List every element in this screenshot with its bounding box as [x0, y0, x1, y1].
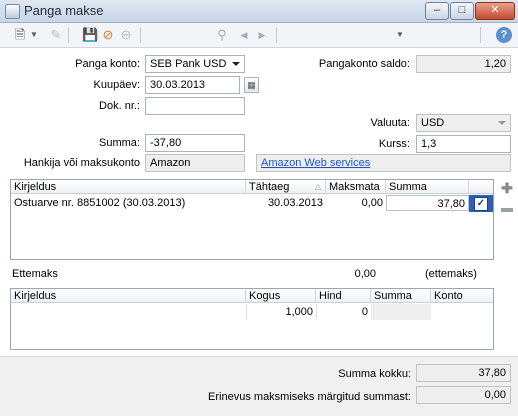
column-header-amount[interactable]: Summa [371, 289, 431, 303]
minus-icon[interactable] [500, 203, 514, 217]
row-unpaid: 0,00 [361, 197, 383, 209]
bank-balance-field: 1,20 [416, 55, 511, 73]
date-value: 30.03.2013 [150, 79, 206, 91]
toolbar: 🗎 ▼ ✎ 💾 ⊘ ⊖ ⚲ ◀ ▶ ▼ ? [0, 23, 518, 48]
column-header-description[interactable]: Kirjeldus [11, 289, 246, 303]
rate-field[interactable]: 1,3 [416, 135, 511, 153]
bank-account-select[interactable]: SEB Pank USD [145, 55, 245, 73]
close-icon: ✕ [490, 4, 500, 16]
doc-number-label: Dok. nr.: [99, 100, 140, 112]
row-description: Ostuarve nr. 8851002 (30.03.2013) [14, 197, 186, 209]
prev-icon[interactable]: ◀ [236, 27, 252, 43]
row-amount[interactable]: 37,80 [386, 195, 469, 211]
currency-select[interactable]: USD [416, 114, 511, 132]
sort-ascending-icon: △ [314, 182, 321, 191]
new-document-icon[interactable]: 🗎 [12, 27, 28, 43]
date-field[interactable]: 30.03.2013 [145, 76, 240, 94]
next-icon[interactable]: ▶ [254, 27, 270, 43]
row-price[interactable]: 0 [316, 304, 371, 320]
prepayment-label: Ettemaks [12, 268, 58, 280]
save-icon[interactable]: 💾 [82, 27, 98, 43]
close-button[interactable]: ✕ [475, 2, 515, 20]
table-row[interactable]: Ostuarve nr. 8851002 (30.03.2013) 30.03.… [11, 195, 493, 212]
table-row[interactable]: 1,000 0 [11, 304, 493, 321]
prepayment-value: 0,00 [354, 268, 376, 280]
amount-field[interactable]: -37,80 [145, 134, 245, 152]
column-header-select [469, 180, 493, 194]
row-quantity[interactable]: 1,000 [246, 304, 316, 320]
prepayment-grid: Kirjeldus Kogus Hind Summa Konto 1,000 0 [10, 288, 494, 350]
delete-icon[interactable]: ⊖ [118, 27, 134, 43]
column-header-quantity[interactable]: Kogus [246, 289, 316, 303]
column-header-due-date[interactable]: Tähtaeg △ [246, 180, 326, 194]
toolbar-separator [480, 27, 481, 43]
title-bar: Panga makse – □ ✕ [0, 0, 518, 23]
supplier-link[interactable]: Amazon Web services [261, 157, 370, 169]
chevron-down-icon [232, 62, 240, 66]
chevron-down-icon [498, 121, 506, 125]
bank-balance-label: Pangakonto saldo: [318, 58, 410, 70]
column-header-price[interactable]: Hind [316, 289, 371, 303]
difference-label: Erinevus maksmiseks märgitud summast: [208, 391, 411, 403]
search-icon[interactable]: ⚲ [214, 27, 230, 43]
cancel-icon[interactable]: ⊘ [100, 27, 116, 43]
edit-icon[interactable]: ✎ [48, 27, 64, 43]
row-account[interactable] [431, 304, 493, 320]
date-label: Kuupäev: [93, 79, 140, 91]
total-label: Summa kokku: [338, 368, 411, 380]
app-icon [5, 4, 20, 19]
column-header-unpaid[interactable]: Maksmata [326, 180, 386, 194]
column-header-amount[interactable]: Summa [386, 180, 469, 194]
window-title: Panga makse [24, 3, 104, 18]
difference-field: 0,00 [416, 386, 511, 404]
currency-label: Valuuta: [370, 117, 410, 129]
supplier-label: Hankija või maksukonto [23, 157, 140, 169]
bank-account-value: SEB Pank USD [150, 58, 227, 70]
minimize-icon: – [433, 4, 441, 16]
supplier-link-box: Amazon Web services [256, 154, 511, 172]
row-due-date: 30.03.2013 [267, 197, 323, 209]
calendar-icon[interactable]: ▦ [244, 77, 259, 93]
new-dropdown-icon[interactable]: ▼ [30, 27, 38, 43]
toolbar-separator [140, 27, 141, 43]
currency-value: USD [421, 117, 445, 129]
doc-number-field[interactable] [145, 97, 245, 115]
plus-icon[interactable]: ✚ [500, 181, 514, 196]
maximize-button[interactable]: □ [450, 2, 474, 20]
column-header-due-date-label: Tähtaeg [249, 181, 290, 193]
row-amount [371, 304, 431, 320]
total-field: 37,80 [416, 364, 511, 382]
prepayment-note: (ettemaks) [425, 268, 477, 280]
rate-label: Kurss: [378, 138, 410, 150]
column-header-description[interactable]: Kirjeldus [11, 180, 246, 194]
minimize-button[interactable]: – [425, 2, 449, 20]
bank-account-label: Panga konto: [75, 58, 140, 70]
help-icon[interactable]: ? [496, 27, 512, 43]
row-select-cell[interactable]: ✓ [469, 195, 493, 212]
amount-label: Summa: [99, 137, 140, 149]
supplier-field[interactable]: Amazon [145, 154, 245, 172]
more-dropdown-icon[interactable]: ▼ [396, 27, 404, 43]
column-header-account[interactable]: Konto [431, 289, 493, 303]
maximize-icon: □ [458, 4, 466, 16]
row-checkbox[interactable]: ✓ [474, 197, 488, 211]
toolbar-separator [276, 27, 277, 43]
row-description[interactable] [11, 304, 246, 320]
toolbar-separator [68, 27, 69, 43]
invoices-grid: Kirjeldus Tähtaeg △ Maksmata Summa Ostua… [10, 179, 494, 260]
